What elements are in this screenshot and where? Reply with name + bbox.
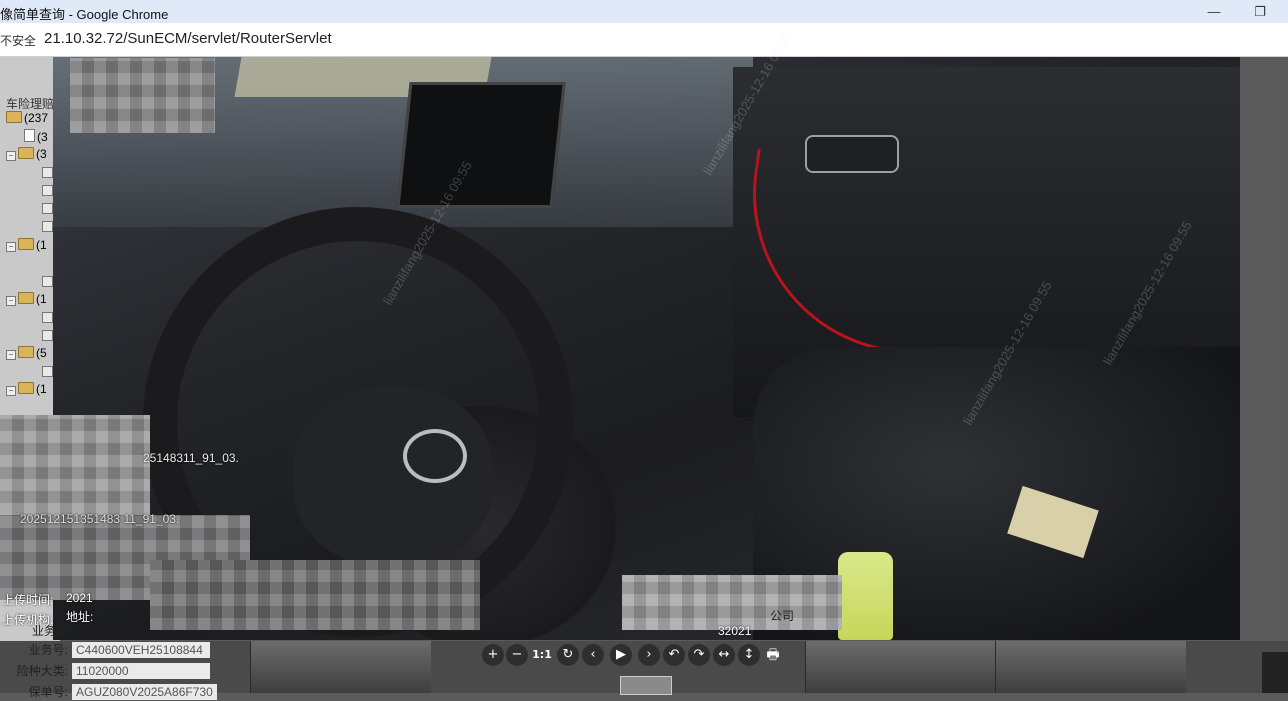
photo-car-logo xyxy=(403,429,467,483)
tree-checkbox[interactable] xyxy=(42,203,53,214)
thumbnail-image[interactable] xyxy=(805,641,996,693)
tree-checkbox[interactable] xyxy=(42,366,53,377)
tree-checkbox[interactable] xyxy=(42,276,53,287)
prev-button[interactable]: ‹ xyxy=(582,644,604,666)
field-label: 业务号: xyxy=(28,643,68,657)
collapse-toggle-icon[interactable]: − xyxy=(6,151,16,161)
policy-number-field[interactable]: AGUZ080V2025A86F730 xyxy=(72,684,217,700)
business-type-row: 业务类 xyxy=(0,622,68,640)
zoom-out-button[interactable]: − xyxy=(506,644,528,666)
upload-time-value: 2021 xyxy=(66,591,93,605)
tree-node[interactable]: (3 xyxy=(24,129,48,145)
photo-bottle xyxy=(838,552,893,640)
tree-root-label[interactable]: 车险理赔 xyxy=(6,95,54,112)
thumbnail-image[interactable] xyxy=(250,641,431,693)
rotate-right-button[interactable]: ↷ xyxy=(688,644,710,666)
business-number-field[interactable]: C440600VEH25108844 xyxy=(72,642,210,658)
tree-checkbox[interactable] xyxy=(42,221,53,232)
window-titlebar: 像简单查询 - Google Chrome — ❐ xyxy=(0,0,1288,23)
code-text: 32021 xyxy=(718,624,752,638)
play-button[interactable]: ▶ xyxy=(610,644,632,666)
tree-node[interactable]: − (3 xyxy=(6,147,47,163)
field-label: 险种大类: xyxy=(16,664,68,678)
folder-icon xyxy=(18,238,34,250)
rotate-left-button[interactable]: ↶ xyxy=(663,644,685,666)
next-button[interactable]: › xyxy=(638,644,660,666)
url-text[interactable]: 21.10.32.72/SunECM/servlet/RouterServlet xyxy=(44,30,332,47)
tree-node[interactable]: (237 xyxy=(6,111,48,127)
form-row: 保单号: AGUZ080V2025A86F730 xyxy=(0,683,217,701)
flip-horizontal-button[interactable]: ↔ xyxy=(713,644,735,666)
document-icon xyxy=(24,129,35,142)
field-label: 保单号: xyxy=(28,685,68,699)
tree-node[interactable]: − (1 xyxy=(6,238,47,254)
filename-text: 202512151351483 11_91_03. xyxy=(20,512,180,526)
folder-icon xyxy=(18,382,34,394)
minimize-icon[interactable]: — xyxy=(1192,0,1236,23)
insurance-category-field[interactable]: 11020000 xyxy=(72,663,210,679)
redaction-mosaic xyxy=(70,58,215,133)
security-indicator[interactable]: 不安全 xyxy=(0,32,36,49)
upload-time-label: 上传时间: xyxy=(2,593,54,607)
tree-checkbox[interactable] xyxy=(42,312,53,323)
collapse-toggle-icon[interactable]: − xyxy=(6,350,16,360)
company-text: 公司 xyxy=(770,609,795,623)
redaction-mosaic xyxy=(622,575,842,630)
photo-door-handle xyxy=(805,135,899,173)
photo-steering-hub xyxy=(293,387,493,567)
tree-checkbox[interactable] xyxy=(42,330,53,341)
collapse-toggle-icon[interactable]: − xyxy=(6,242,16,252)
photo-dash-screen xyxy=(396,82,566,208)
maximize-icon[interactable]: ❐ xyxy=(1238,0,1282,23)
window-title: 像简单查询 - Google Chrome xyxy=(0,7,169,22)
address-bar[interactable]: 不安全 21.10.32.72/SunECM/servlet/RouterSer… xyxy=(0,23,1288,57)
zoom-in-button[interactable]: + xyxy=(482,644,504,666)
redaction-mosaic xyxy=(150,560,480,630)
collapse-toggle-icon[interactable]: − xyxy=(6,386,16,396)
current-thumbnail[interactable] xyxy=(620,676,672,695)
thumbnail-image[interactable] xyxy=(995,641,1186,693)
form-row: 险种大类: 11020000 xyxy=(0,662,210,680)
tree-checkbox[interactable] xyxy=(42,167,53,178)
reset-button[interactable]: ↻ xyxy=(557,644,579,666)
scroll-edge xyxy=(1262,652,1288,693)
filename-text: 25148311_91_03. xyxy=(143,451,239,465)
flip-vertical-button[interactable]: ↕ xyxy=(738,644,760,666)
tree-checkbox[interactable] xyxy=(42,185,53,196)
folder-icon xyxy=(18,292,34,304)
collapse-toggle-icon[interactable]: − xyxy=(6,296,16,306)
address-label: 地址: xyxy=(66,610,94,624)
print-button[interactable]: 🖶 xyxy=(762,644,784,666)
form-row: 业务号: C440600VEH25108844 xyxy=(0,641,210,659)
folder-icon xyxy=(6,111,22,123)
redaction-mosaic xyxy=(0,415,150,515)
folder-icon xyxy=(18,147,34,159)
tree-node[interactable]: − (1 xyxy=(6,382,47,398)
field-label: 业务类 xyxy=(31,624,68,638)
tree-node[interactable]: − (1 xyxy=(6,292,47,308)
tree-node[interactable]: − (5 xyxy=(6,346,47,362)
folder-icon xyxy=(18,346,34,358)
actual-size-button[interactable]: 1:1 xyxy=(531,644,553,666)
